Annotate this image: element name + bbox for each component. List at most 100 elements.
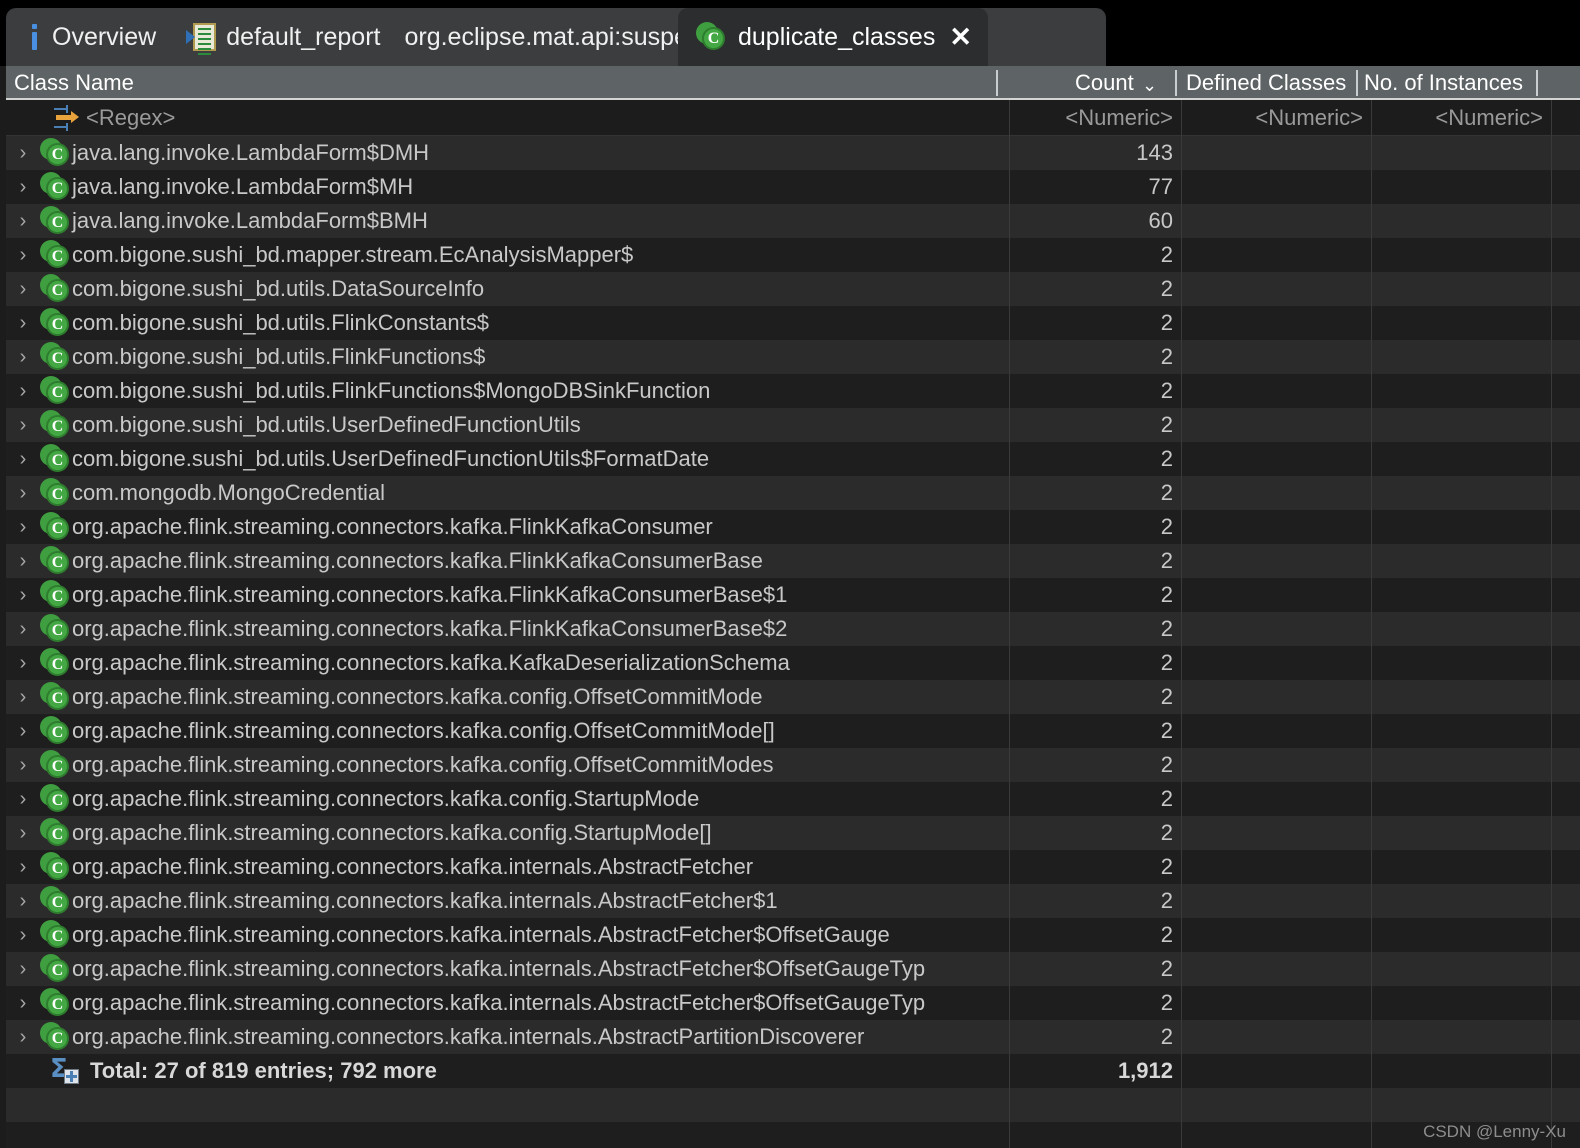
cell-count: 2 [1160,514,1173,539]
column-header-count[interactable]: Count [1075,66,1134,100]
expand-chevron-icon[interactable]: › [6,924,40,947]
column-header-defined-classes[interactable]: Defined Classes [1186,66,1346,100]
tab-default-report[interactable]: default_report [174,8,392,66]
table-row[interactable]: › Cjava.lang.invoke.LambdaForm$MH 77 [6,170,1580,204]
table-row[interactable]: › Cjava.lang.invoke.LambdaForm$DMH 143 [6,136,1580,170]
header-separator-1[interactable] [996,70,998,96]
table-row[interactable]: › Ccom.bigone.sushi_bd.utils.UserDefinedF… [6,408,1580,442]
table-row[interactable]: › Corg.apache.flink.streaming.connectors.… [6,918,1580,952]
expand-chevron-icon[interactable]: › [6,176,40,199]
expand-chevron-icon[interactable]: › [6,686,40,709]
table-row[interactable]: › Corg.apache.flink.streaming.connectors.… [6,680,1580,714]
table-row[interactable]: › Corg.apache.flink.streaming.connectors.… [6,816,1580,850]
table-row[interactable]: › Corg.apache.flink.streaming.connectors.… [6,748,1580,782]
table-row[interactable]: › Corg.apache.flink.streaming.connectors.… [6,952,1580,986]
grid-line-2 [1181,578,1182,612]
table-row[interactable]: › Ccom.bigone.sushi_bd.mapper.stream.EcAn… [6,238,1580,272]
table-row[interactable]: › Cjava.lang.invoke.LambdaForm$BMH 60 [6,204,1580,238]
filter-defined-classes[interactable]: <Numeric> [1181,100,1371,136]
grid-line-3 [1371,374,1372,408]
header-separator-2[interactable] [1175,70,1177,96]
grid-line-3 [1371,714,1372,748]
filter-class-name[interactable]: <Regex> [54,100,175,136]
cell-class-name: › Ccom.bigone.sushi_bd.utils.UserDefinedF… [6,408,1009,442]
grid-line-3 [1371,782,1372,816]
expand-chevron-icon[interactable]: › [6,210,40,233]
grid-line-2 [1181,544,1182,578]
grid-line-2 [1181,374,1182,408]
column-header-no-of-instances[interactable]: No. of Instances [1364,66,1523,100]
expand-chevron-icon[interactable]: › [6,618,40,641]
cell-class-name: › Ccom.bigone.sushi_bd.utils.FlinkFunctio… [6,374,1009,408]
tab-overview[interactable]: Overview [24,8,174,66]
grid-line-4 [1551,238,1552,272]
grid-line-2 [1181,204,1182,238]
sort-indicator-icon[interactable]: ⌄ [1142,68,1157,102]
table-row[interactable]: › Ccom.bigone.sushi_bd.utils.DataSourceIn… [6,272,1580,306]
table-row[interactable]: › Corg.apache.flink.streaming.connectors.… [6,612,1580,646]
table-row[interactable]: › Ccom.bigone.sushi_bd.utils.UserDefinedF… [6,442,1580,476]
class-icon: C [40,852,70,882]
cell-class-name: › Ccom.bigone.sushi_bd.mapper.stream.EcAn… [6,238,1009,272]
table-row[interactable]: › Corg.apache.flink.streaming.connectors.… [6,782,1580,816]
expand-chevron-icon[interactable]: › [6,482,40,505]
table-row[interactable]: › Ccom.bigone.sushi_bd.utils.FlinkFunctio… [6,340,1580,374]
expand-chevron-icon[interactable]: › [6,788,40,811]
expand-chevron-icon[interactable]: › [6,414,40,437]
table-row[interactable]: › Corg.apache.flink.streaming.connectors.… [6,544,1580,578]
expand-chevron-icon[interactable]: › [6,550,40,573]
expand-chevron-icon[interactable]: › [6,890,40,913]
grid-line-4 [1551,306,1552,340]
class-icon: C [40,512,70,542]
expand-chevron-icon[interactable]: › [6,244,40,267]
class-icon: C [40,376,70,406]
expand-chevron-icon[interactable]: › [6,822,40,845]
filter-count[interactable]: <Numeric> [1009,100,1181,136]
expand-chevron-icon[interactable]: › [6,754,40,777]
expand-chevron-icon[interactable]: › [6,312,40,335]
expand-chevron-icon[interactable]: › [6,142,40,165]
grid-line-4 [1551,850,1552,884]
cell-count: 2 [1160,718,1173,743]
table-row[interactable]: › Ccom.bigone.sushi_bd.utils.FlinkConstan… [6,306,1580,340]
class-icon: C [40,784,70,814]
table-row[interactable]: › Ccom.mongodb.MongoCredential 2 [6,476,1580,510]
expand-chevron-icon[interactable]: › [6,1026,40,1049]
expand-chevron-icon[interactable]: › [6,278,40,301]
expand-chevron-icon[interactable]: › [6,380,40,403]
tab-duplicate-classes[interactable]: C duplicate_classes ✕ [678,8,988,66]
table-row[interactable]: › Corg.apache.flink.streaming.connectors.… [6,646,1580,680]
expand-chevron-icon[interactable]: › [6,958,40,981]
header-separator-3[interactable] [1356,70,1358,96]
table-row[interactable]: › Corg.apache.flink.streaming.connectors.… [6,884,1580,918]
cell-count: 2 [1160,786,1173,811]
expand-chevron-icon[interactable]: › [6,652,40,675]
table-row[interactable]: › Corg.apache.flink.streaming.connectors.… [6,986,1580,1020]
column-header-class-name[interactable]: Class Name [14,66,134,100]
info-icon [28,23,42,51]
grid-line-3 [1371,1088,1372,1122]
expand-chevron-icon[interactable]: › [6,992,40,1015]
table-row[interactable]: › Corg.apache.flink.streaming.connectors.… [6,714,1580,748]
filter-no-of-instances[interactable]: <Numeric> [1371,100,1551,136]
table-row[interactable]: › Corg.apache.flink.streaming.connectors.… [6,510,1580,544]
grid-line-1 [1009,1088,1010,1122]
expand-chevron-icon[interactable]: › [6,720,40,743]
table-row[interactable]: › Ccom.bigone.sushi_bd.utils.FlinkFunctio… [6,374,1580,408]
header-separator-4[interactable] [1536,70,1538,96]
table-row[interactable]: › Corg.apache.flink.streaming.connectors.… [6,850,1580,884]
expand-chevron-icon[interactable]: › [6,346,40,369]
grid-line-1 [1009,544,1010,578]
table-header-row: Class Name Count ⌄ Defined Classes No. o… [6,66,1580,100]
expand-chevron-icon[interactable]: › [6,448,40,471]
expand-chevron-icon[interactable]: › [6,516,40,539]
grid-line-4 [1551,442,1552,476]
expand-chevron-icon[interactable]: › [6,584,40,607]
expand-chevron-icon[interactable]: › [6,856,40,879]
close-icon[interactable]: ✕ [949,23,972,51]
table-row[interactable]: › Corg.apache.flink.streaming.connectors.… [6,1020,1580,1054]
grid-line-2 [1181,714,1182,748]
table-row[interactable]: › Corg.apache.flink.streaming.connectors.… [6,578,1580,612]
grid-line-2 [1181,986,1182,1020]
class-icon: C [40,138,70,168]
